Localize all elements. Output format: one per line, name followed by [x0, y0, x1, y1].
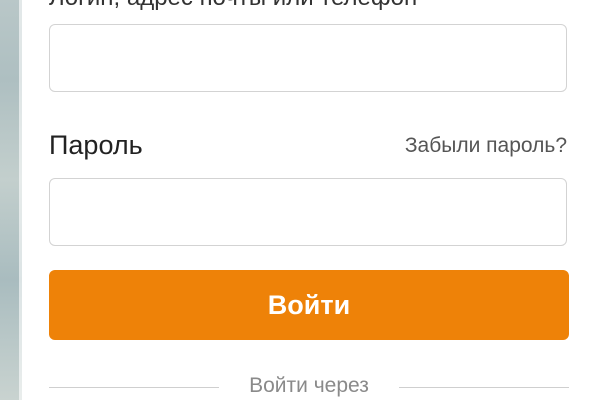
social-login-divider: Войти через — [49, 374, 569, 400]
login-page: Логин, адрес почты или телефон Пароль За… — [0, 0, 600, 400]
divider-line-right — [399, 387, 569, 388]
login-button[interactable]: Войти — [49, 270, 569, 340]
background-image — [0, 0, 22, 400]
login-input[interactable] — [50, 25, 566, 91]
password-label: Пароль — [49, 130, 143, 160]
password-input[interactable] — [50, 179, 566, 245]
login-form: Логин, адрес почты или телефон Пароль За… — [49, 0, 569, 400]
login-label: Логин, адрес почты или телефон — [49, 0, 417, 12]
social-login-label: Войти через — [249, 374, 369, 397]
password-field[interactable] — [49, 178, 567, 246]
login-field[interactable] — [49, 24, 567, 92]
forgot-password-link[interactable]: Забыли пароль? — [405, 134, 567, 158]
